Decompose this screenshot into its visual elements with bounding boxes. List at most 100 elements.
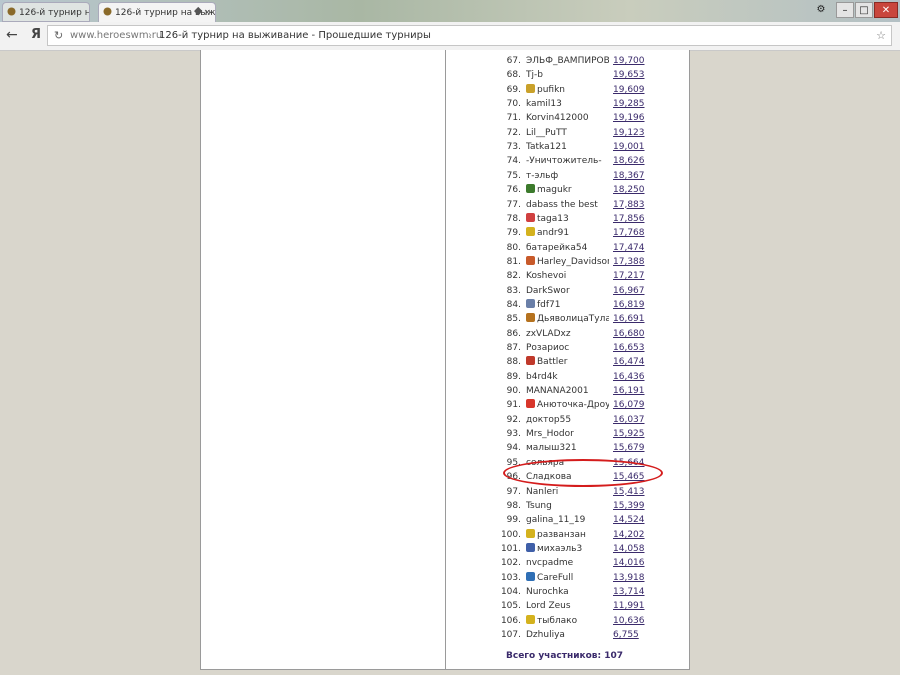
score-link[interactable]: 16,474 bbox=[613, 355, 645, 369]
player-name[interactable]: Korvin412000 bbox=[526, 111, 609, 125]
score-link[interactable]: 19,285 bbox=[613, 97, 645, 111]
score-link[interactable]: 16,436 bbox=[613, 370, 645, 384]
minimize-window-icon[interactable]: – bbox=[836, 2, 854, 18]
extensions-icon[interactable]: ⚙ bbox=[815, 2, 827, 18]
player-name[interactable]: -Уничтожитель- bbox=[526, 154, 609, 168]
player-name[interactable]: Battler bbox=[526, 355, 609, 369]
score-link[interactable]: 17,388 bbox=[613, 255, 645, 269]
player-name[interactable]: zxVLADxz bbox=[526, 327, 609, 341]
score-link[interactable]: 17,768 bbox=[613, 226, 645, 240]
score-link[interactable]: 16,079 bbox=[613, 398, 645, 412]
player-name[interactable]: Nurochka bbox=[526, 585, 609, 599]
player-name[interactable]: Tatka121 bbox=[526, 140, 609, 154]
rank-number: 77. bbox=[506, 199, 521, 210]
bookmark-star-icon[interactable]: ☆ bbox=[876, 26, 886, 45]
player-name[interactable]: тыблако bbox=[526, 614, 609, 628]
player-name[interactable]: Harley_Davidson bbox=[526, 255, 609, 269]
clan-badge-icon bbox=[526, 255, 535, 265]
player-name[interactable]: Анюточка-Дроу bbox=[526, 398, 609, 412]
rank-number: 85. bbox=[506, 314, 521, 325]
score-link[interactable]: 19,001 bbox=[613, 140, 645, 154]
score-link[interactable]: 19,123 bbox=[613, 126, 645, 140]
score-link[interactable]: 19,653 bbox=[613, 68, 645, 82]
yandex-button[interactable]: Я bbox=[31, 27, 41, 42]
player-name[interactable]: dabass the best bbox=[526, 198, 609, 212]
new-tab-icon[interactable]: ◆ bbox=[194, 4, 208, 18]
maximize-window-icon[interactable]: □ bbox=[855, 2, 873, 18]
score-link[interactable]: 11,991 bbox=[613, 599, 645, 613]
player-name[interactable]: Tj-b bbox=[526, 68, 609, 82]
player-name[interactable]: pufikn bbox=[526, 83, 609, 97]
score-link[interactable]: 17,217 bbox=[613, 269, 645, 283]
score-link[interactable]: 17,856 bbox=[613, 212, 645, 226]
player-name[interactable]: Lil__PuTT bbox=[526, 126, 609, 140]
player-name[interactable]: b4rd4k bbox=[526, 370, 609, 384]
player-name[interactable]: kamil13 bbox=[526, 97, 609, 111]
score-link[interactable]: 17,883 bbox=[613, 198, 645, 212]
score-link[interactable]: 16,691 bbox=[613, 312, 645, 326]
player-name[interactable]: galina_11_19 bbox=[526, 513, 609, 527]
player-name[interactable]: доктор55 bbox=[526, 413, 609, 427]
close-window-icon[interactable]: ✕ bbox=[874, 2, 898, 18]
score-link[interactable]: 19,196 bbox=[613, 111, 645, 125]
player-name[interactable]: fdf71 bbox=[526, 298, 609, 312]
player-name[interactable]: Tsung bbox=[526, 499, 609, 513]
score-link[interactable]: 13,918 bbox=[613, 571, 645, 585]
player-name[interactable]: Dzhuliya bbox=[526, 628, 609, 642]
ranking-row: 75. т-эльф 18,367 bbox=[201, 169, 691, 183]
player-name[interactable]: andr91 bbox=[526, 226, 609, 240]
player-name[interactable]: т-эльф bbox=[526, 169, 609, 183]
score-link[interactable]: 19,700 bbox=[613, 54, 645, 68]
player-name[interactable]: михаэль3 bbox=[526, 542, 609, 556]
score-link[interactable]: 16,191 bbox=[613, 384, 645, 398]
score-link[interactable]: 17,474 bbox=[613, 241, 645, 255]
score-link[interactable]: 14,016 bbox=[613, 556, 645, 570]
score-link[interactable]: 16,653 bbox=[613, 341, 645, 355]
player-name[interactable]: разванзан bbox=[526, 528, 609, 542]
score-link[interactable]: 14,058 bbox=[613, 542, 645, 556]
score-link[interactable]: 16,680 bbox=[613, 327, 645, 341]
score-link[interactable]: 16,819 bbox=[613, 298, 645, 312]
player-name[interactable]: Розариос bbox=[526, 341, 609, 355]
ranking-row: 93. Mrs_Hodor 15,925 bbox=[201, 427, 691, 441]
score-link[interactable]: 15,399 bbox=[613, 499, 645, 513]
player-name-text: т-эльф bbox=[526, 170, 559, 181]
browser-tab-1[interactable]: 126-й турнир на выж bbox=[2, 2, 90, 22]
player-name[interactable]: taga13 bbox=[526, 212, 609, 226]
player-name[interactable]: Koshevoi bbox=[526, 269, 609, 283]
player-name[interactable]: Mrs_Hodor bbox=[526, 427, 609, 441]
player-name-text: Tsung bbox=[526, 500, 552, 511]
player-name[interactable]: CareFull bbox=[526, 571, 609, 585]
score-link[interactable]: 15,413 bbox=[613, 485, 645, 499]
score-link[interactable]: 18,250 bbox=[613, 183, 645, 197]
score-link[interactable]: 6,755 bbox=[613, 628, 639, 642]
player-name[interactable]: ЭЛЬФ_ВАМПИРОВИЧ bbox=[526, 54, 609, 68]
player-name-text: dabass the best bbox=[526, 199, 598, 210]
ranking-row: 103. CareFull 13,918 bbox=[201, 571, 691, 585]
score-link[interactable]: 15,925 bbox=[613, 427, 645, 441]
player-name[interactable]: ДьяволицаТула bbox=[526, 312, 609, 326]
score-link[interactable]: 19,609 bbox=[613, 83, 645, 97]
reload-icon[interactable]: ↻ bbox=[54, 26, 63, 45]
player-name[interactable]: magukr bbox=[526, 183, 609, 197]
score-link[interactable]: 13,714 bbox=[613, 585, 645, 599]
address-bar[interactable]: ↻ www.heroeswm.ru › 126-й турнир на выжи… bbox=[47, 25, 892, 46]
rank-number: 107. bbox=[500, 630, 521, 640]
back-arrow-icon[interactable]: ← bbox=[6, 27, 18, 43]
score-link[interactable]: 16,967 bbox=[613, 284, 645, 298]
player-name[interactable]: Lord Zeus bbox=[526, 599, 609, 613]
player-name[interactable]: MANANA2001 bbox=[526, 384, 609, 398]
score-link[interactable]: 14,202 bbox=[613, 528, 645, 542]
ranking-row: 84. fdf71 16,819 bbox=[201, 298, 691, 312]
player-name[interactable]: батарейка54 bbox=[526, 241, 609, 255]
score-link[interactable]: 18,367 bbox=[613, 169, 645, 183]
score-link[interactable]: 18,626 bbox=[613, 154, 645, 168]
rank-number: 87. bbox=[506, 343, 521, 353]
score-link[interactable]: 16,037 bbox=[613, 413, 645, 427]
score-link[interactable]: 10,636 bbox=[613, 614, 645, 628]
player-name[interactable]: малыш321 bbox=[526, 441, 609, 455]
score-link[interactable]: 15,679 bbox=[613, 441, 645, 455]
score-link[interactable]: 14,524 bbox=[613, 513, 645, 527]
player-name[interactable]: DarkSwor bbox=[526, 284, 609, 298]
player-name[interactable]: nvcpadme bbox=[526, 556, 609, 570]
